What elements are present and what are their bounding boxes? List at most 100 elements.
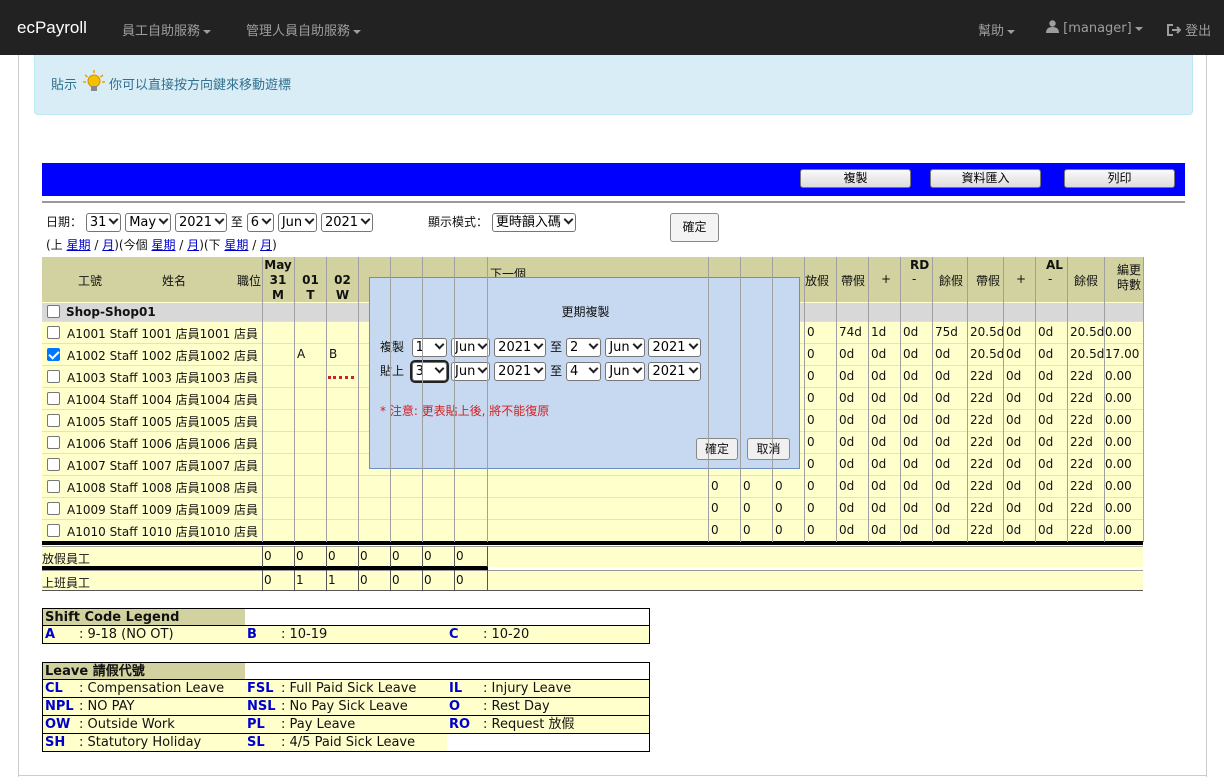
row-checkbox[interactable]: [47, 392, 60, 405]
to-label: 至: [230, 215, 243, 229]
row-checkbox[interactable]: [47, 326, 60, 339]
al-cell: 22d: [1070, 523, 1093, 537]
grid-line: [326, 570, 327, 591]
date-label: 日期：: [46, 215, 83, 229]
grid-line: [454, 257, 455, 542]
shift-legend-item: B: 10-19: [245, 626, 448, 644]
hours-cell: 0.00: [1105, 523, 1132, 537]
logout-link[interactable]: 登出: [1167, 20, 1211, 39]
col-jun-01[interactable]: 01 T: [295, 273, 326, 303]
shop-checkbox[interactable]: [47, 305, 60, 318]
paste-to-day-select[interactable]: 4: [565, 362, 602, 381]
col-rd-carry: 帶假: [841, 274, 866, 288]
copy-to-year-select[interactable]: 2021: [648, 338, 701, 357]
legend-code: PL: [247, 717, 265, 732]
copy-to-month-select[interactable]: Jun: [605, 338, 645, 357]
from-month-select[interactable]: May: [125, 213, 172, 232]
grid-line: [294, 257, 295, 542]
on-count: 0: [456, 573, 464, 587]
help-label: 幫助: [978, 24, 1005, 39]
dialog-cancel-button[interactable]: 取消: [747, 438, 790, 460]
row-checkbox[interactable]: [47, 414, 60, 427]
leave-legend-item: NSL: No Pay Sick Leave: [245, 698, 448, 716]
row-checkbox[interactable]: [47, 480, 60, 493]
dialog-ok-button[interactable]: 確定: [696, 438, 738, 460]
top-navbar: ecPayroll 員工自助服務 管理人員自助服務 幫助 [manager] 登…: [0, 0, 1224, 55]
from-year-select[interactable]: 2021: [174, 213, 228, 232]
paste-from-month-select[interactable]: Jun: [451, 362, 491, 381]
to-month-select[interactable]: Jun: [277, 213, 318, 232]
al-cell: 0d: [1038, 501, 1054, 515]
off-count: 0: [264, 549, 272, 563]
to-year-select[interactable]: 2021: [320, 213, 374, 232]
copy-from-day-select[interactable]: 1: [411, 338, 448, 357]
this-month-link[interactable]: 月: [187, 238, 199, 252]
next-month-link[interactable]: 月: [260, 238, 272, 252]
display-mode-select[interactable]: 更時韻入碼: [491, 213, 576, 232]
row-checkbox[interactable]: [47, 348, 60, 361]
rd-cell: 0d: [935, 369, 951, 383]
paste-from-year-select[interactable]: 2021: [494, 362, 547, 381]
col-jun-02[interactable]: 02 W: [327, 273, 358, 303]
to-day-select[interactable]: 6: [246, 213, 274, 232]
grid-line: [390, 570, 391, 591]
shift-cell[interactable]: A: [297, 347, 305, 361]
grid-line: [422, 257, 423, 542]
leave-legend-item: FSL: Full Paid Sick Leave: [245, 680, 448, 698]
shift-legend-item: A: 9-18 (NO OT): [42, 626, 246, 644]
brand-logo[interactable]: ecPayroll: [17, 18, 87, 38]
copy-from-month-select[interactable]: Jun: [451, 338, 491, 357]
legend-desc: : Rest Day: [483, 699, 550, 714]
rd-cell: 0d: [935, 391, 951, 405]
staff-info: A1006 Staff 1006 店員1006 店員: [67, 437, 259, 451]
legend-code: NSL: [247, 699, 276, 714]
filter-ok-button[interactable]: 確定: [670, 213, 719, 242]
paste-to-month-select[interactable]: Jun: [605, 362, 645, 381]
import-button[interactable]: 資料匯入: [930, 169, 1041, 188]
print-button[interactable]: 列印: [1064, 169, 1175, 188]
copy-to-day-select[interactable]: 2: [565, 338, 602, 357]
al-cell: 0d: [1006, 523, 1022, 537]
rd-cell: 0d: [839, 479, 855, 493]
copy-from-year-select[interactable]: 2021: [494, 338, 547, 357]
col-rd-plus: +: [881, 272, 892, 286]
hours-cell: 0.00: [1105, 501, 1132, 515]
row-checkbox[interactable]: [47, 436, 60, 449]
col-may-31[interactable]: May 31 M: [262, 258, 294, 303]
grid-line: [487, 570, 488, 591]
al-cell: 22d: [970, 413, 993, 427]
hours-cell: 0.00: [1105, 413, 1132, 427]
al-cell: 0d: [1006, 413, 1022, 427]
next-week-link[interactable]: 星期: [224, 238, 248, 252]
shift-cell[interactable]: B: [329, 347, 337, 361]
al-cell: 22d: [1070, 413, 1093, 427]
al-cell: 0d: [1006, 457, 1022, 471]
rd-cell: 0d: [871, 391, 887, 405]
al-cell: 22d: [1070, 457, 1093, 471]
manager-self-service-menu[interactable]: 管理人員自助服務: [246, 20, 362, 39]
rd-cell: 0d: [903, 457, 919, 471]
paste-from-day-select[interactable]: 3: [409, 360, 450, 383]
this-week-link[interactable]: 星期: [151, 238, 175, 252]
copy-button[interactable]: 複製: [800, 169, 911, 188]
count-cell: 0: [807, 413, 815, 427]
lightbulb-icon: [83, 70, 105, 91]
col-rd-minus: -: [912, 272, 917, 286]
tip-text: 你可以直接按方向鍵來移動遊標: [109, 78, 292, 93]
paste-to-year-select[interactable]: 2021: [648, 362, 701, 381]
from-day-select[interactable]: 31: [85, 213, 122, 232]
row-checkbox[interactable]: [47, 524, 60, 537]
user-menu[interactable]: [manager]: [1046, 20, 1143, 36]
prev-month-link[interactable]: 月: [102, 238, 114, 252]
rd-cell: 0d: [903, 391, 919, 405]
warning-text: * 注意: 更表貼上後, 將不能復原: [380, 404, 550, 418]
help-menu[interactable]: 幫助: [978, 20, 1016, 39]
row-checkbox[interactable]: [47, 458, 60, 471]
on-count: 0: [392, 573, 400, 587]
row-checkbox[interactable]: [47, 370, 60, 383]
row-checkbox[interactable]: [47, 502, 60, 515]
staff-info: A1010 Staff 1010 店員1010 店員: [67, 525, 259, 539]
employee-self-service-menu[interactable]: 員工自助服務: [122, 20, 212, 39]
prev-week-link[interactable]: 星期: [67, 238, 91, 252]
leave-legend-item: [447, 734, 650, 752]
